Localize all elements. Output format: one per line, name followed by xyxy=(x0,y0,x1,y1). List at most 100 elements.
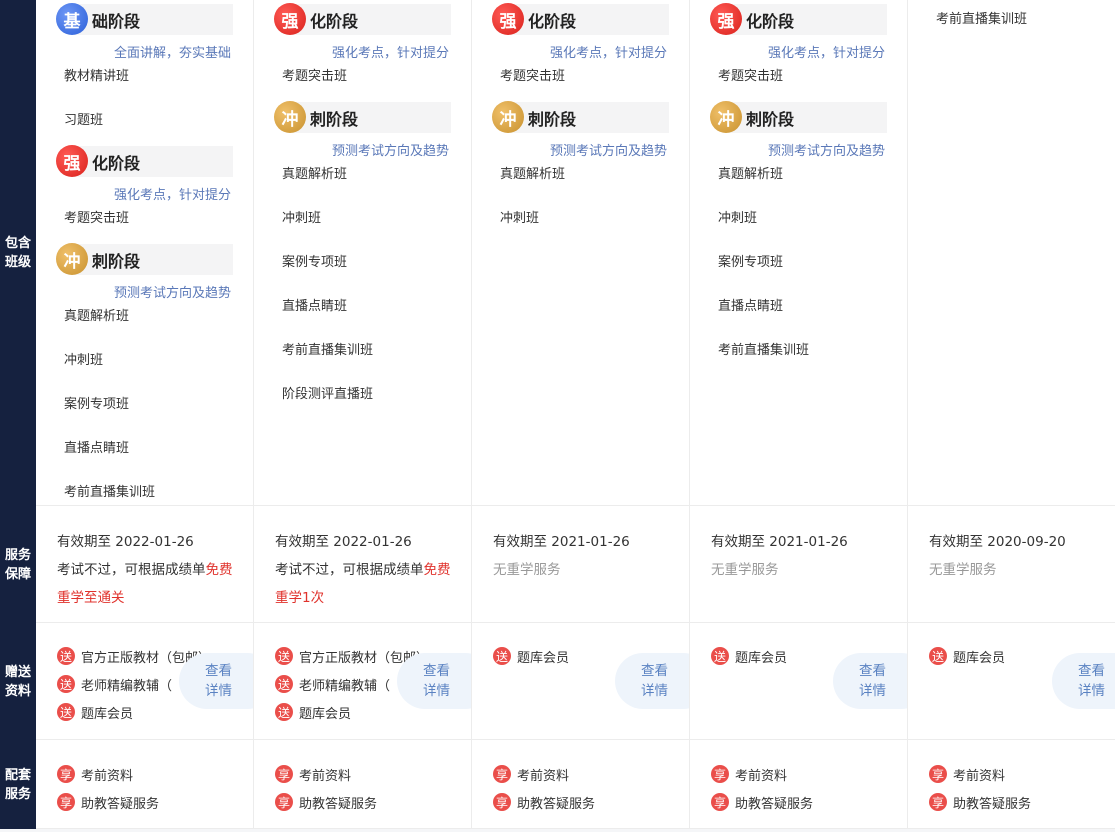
stage-block: 冲刺阶段预测考试方向及趋势真题解析班冲刺班案例专项班直播点睛班考前直播集训班阶段… xyxy=(56,243,233,505)
retake-note: 考试不过，可根据成绩单免费重学至通关 xyxy=(57,556,233,612)
cell-r2-c0: 送官方正版教材（包邮）送老师精编教辅（送题库会员 查看 详情 xyxy=(36,623,254,740)
row-label-text: 赠送资料 xyxy=(4,664,31,699)
course-list: 真题解析班 冲刺班 xyxy=(500,165,669,253)
support-tag-icon: 享 xyxy=(275,765,293,783)
view-details-button[interactable]: 查看 详情 xyxy=(833,653,907,709)
cell-r3-c3: 享考前资料享助教答疑服务 xyxy=(690,740,908,829)
support-label: 考前资料 xyxy=(81,768,134,784)
view-details-button[interactable]: 查看 详情 xyxy=(615,653,689,709)
course-item[interactable]: 案例专项班 xyxy=(282,253,380,297)
stage-block: 强化阶段 强化考点，针对提分 考题突击班 xyxy=(274,3,451,111)
cell-r1-c4: 有效期至 2020-09-20 无重学服务 xyxy=(908,506,1115,623)
course-item[interactable]: 考前直播集训班 xyxy=(282,341,380,385)
course-item[interactable]: 真题解析班 xyxy=(500,165,598,209)
course-list: 教材精讲班 习题班 xyxy=(64,67,233,155)
stage-block: 强化阶段 强化考点，针对提分 考题突击班 xyxy=(710,3,887,111)
course-item[interactable]: 真题解析班 xyxy=(718,165,816,209)
support-item: 享考前资料 xyxy=(929,760,1115,788)
stage-badge-icon: 基 xyxy=(56,3,88,35)
course-item[interactable]: 考前直播集训班 xyxy=(64,483,162,505)
gift-tag-icon: 送 xyxy=(57,647,75,665)
course-item[interactable]: 案例专项班 xyxy=(64,395,162,439)
support-label: 考前资料 xyxy=(517,768,570,784)
cell-r0-c1: 强化阶段 强化考点，针对提分 考题突击班冲刺阶段 预测考试方向及趋势 真题解析班 冲刺班案… xyxy=(254,0,472,506)
stage-badge-icon: 冲 xyxy=(492,101,524,133)
cell-r3-c0: 享考前资料享助教答疑服务 xyxy=(36,740,254,829)
stage-subtitle: 预测考试方向及趋势 xyxy=(549,144,667,159)
stage-subtitle: 强化考点，针对提分 xyxy=(331,46,449,61)
stage-title: 化阶段 xyxy=(310,11,359,31)
stage-subtitle: 预测考试方向及趋势 xyxy=(331,144,449,159)
stage-title: 刺阶段 xyxy=(310,109,359,129)
stage-header: 强化阶段 xyxy=(274,3,451,35)
course-item[interactable]: 冲刺班 xyxy=(718,209,816,253)
valid-until: 有效期至 2021-01-26 xyxy=(493,534,630,550)
gift-label: 老师精编教辅（ xyxy=(299,678,391,694)
stage-badge-icon: 强 xyxy=(710,3,742,35)
gift-tag-icon: 送 xyxy=(275,675,293,693)
course-item[interactable]: 真题解析班 xyxy=(282,165,380,209)
no-retake-text: 无重学服务 xyxy=(493,562,561,578)
stage-header: 强化阶段 xyxy=(492,3,669,35)
course-item[interactable]: 考前直播集训班 xyxy=(718,341,816,385)
support-item: 享助教答疑服务 xyxy=(493,788,689,816)
stage-block: 冲刺阶段预测考试方向及趋势真题解析班 冲刺班 案例专项班 直播点睛班 考前直播集训班 xyxy=(710,101,887,385)
course-item[interactable]: 阶段测评直播班 xyxy=(282,385,380,429)
stage-subtitle: 强化考点，针对提分 xyxy=(549,46,667,61)
service-info: 有效期至 2022-01-26 考试不过，可根据成绩单免费重学至通关 xyxy=(36,506,253,612)
gift-label: 题库会员 xyxy=(81,706,134,722)
row-label-0: 包含班级 xyxy=(0,0,36,506)
gift-tag-icon: 送 xyxy=(57,703,75,721)
course-item[interactable]: 冲刺班 xyxy=(500,209,598,253)
view-details-button[interactable]: 查看 详情 xyxy=(397,653,471,709)
cell-r0-c4: 考前直播集训班 xyxy=(908,0,1115,506)
stage-header: 冲刺阶段 xyxy=(710,101,887,133)
cell-r3-c1: 享考前资料享助教答疑服务 xyxy=(254,740,472,829)
stage-subtitle: 预测考试方向及趋势 xyxy=(767,144,885,159)
cell-r3-c2: 享考前资料享助教答疑服务 xyxy=(472,740,690,829)
support-item: 享助教答疑服务 xyxy=(711,788,907,816)
support-list: 享考前资料享助教答疑服务 xyxy=(472,740,689,816)
gift-tag-icon: 送 xyxy=(929,647,947,665)
cell-r1-c2: 有效期至 2021-01-26 无重学服务 xyxy=(472,506,690,623)
stage-header: 基础阶段 xyxy=(56,3,233,35)
cell-r0-c0: 基础阶段 全面讲解，夯实基础 教材精讲班 习题班强化阶段 强化考点，针对提分 考题突击班冲… xyxy=(36,0,254,506)
stage-badge-icon: 冲 xyxy=(710,101,742,133)
stage-subtitle: 预测考试方向及趋势 xyxy=(113,286,231,301)
view-details-button[interactable]: 查看 详情 xyxy=(1052,653,1115,709)
no-retake-text: 无重学服务 xyxy=(711,562,779,578)
support-tag-icon: 享 xyxy=(711,765,729,783)
support-item: 享考前资料 xyxy=(493,760,689,788)
service-info: 有效期至 2022-01-26 考试不过，可根据成绩单免费重学1次 xyxy=(254,506,471,612)
support-list: 享考前资料享助教答疑服务 xyxy=(36,740,253,816)
course-list: 真题解析班冲刺班案例专项班直播点睛班考前直播集训班阶段测评直播班 xyxy=(64,307,233,505)
row-label-3: 配套服务 xyxy=(0,740,36,829)
stage-title: 刺阶段 xyxy=(92,251,141,271)
gift-label: 题库会员 xyxy=(735,650,788,666)
gift-label: 题库会员 xyxy=(953,650,1006,666)
course-item[interactable]: 真题解析班 xyxy=(64,307,162,351)
support-tag-icon: 享 xyxy=(57,793,75,811)
stage-header: 强化阶段 xyxy=(56,145,233,177)
row-label-2: 赠送资料 xyxy=(0,623,36,740)
service-info: 有效期至 2021-01-26 无重学服务 xyxy=(472,506,689,584)
course-item[interactable]: 冲刺班 xyxy=(282,209,380,253)
course-list: 真题解析班冲刺班案例专项班直播点睛班考前直播集训班阶段测评直播班 xyxy=(282,165,451,429)
gift-tag-icon: 送 xyxy=(57,675,75,693)
course-item[interactable]: 直播点睛班 xyxy=(718,297,816,341)
stage-subtitle: 全面讲解，夯实基础 xyxy=(113,46,231,61)
course-item[interactable]: 冲刺班 xyxy=(64,351,162,395)
course-item[interactable]: 教材精讲班 xyxy=(64,67,162,111)
support-label: 助教答疑服务 xyxy=(517,796,596,812)
course-item[interactable]: 案例专项班 xyxy=(718,253,816,297)
view-details-button[interactable]: 查看 详情 xyxy=(179,653,253,709)
valid-until: 有效期至 2021-01-26 xyxy=(711,534,848,550)
row-label-text: 包含班级 xyxy=(4,236,31,270)
course-item[interactable]: 考前直播集训班 xyxy=(936,10,1066,54)
cell-r2-c1: 送官方正版教材（包邮）送老师精编教辅（送题库会员 查看 详情 xyxy=(254,623,472,740)
course-item[interactable]: 直播点睛班 xyxy=(282,297,380,341)
support-item: 享考前资料 xyxy=(711,760,907,788)
support-item: 享助教答疑服务 xyxy=(929,788,1115,816)
stage-block: 基础阶段全面讲解，夯实基础教材精讲班 习题班 xyxy=(56,3,233,155)
course-item[interactable]: 直播点睛班 xyxy=(64,439,162,483)
